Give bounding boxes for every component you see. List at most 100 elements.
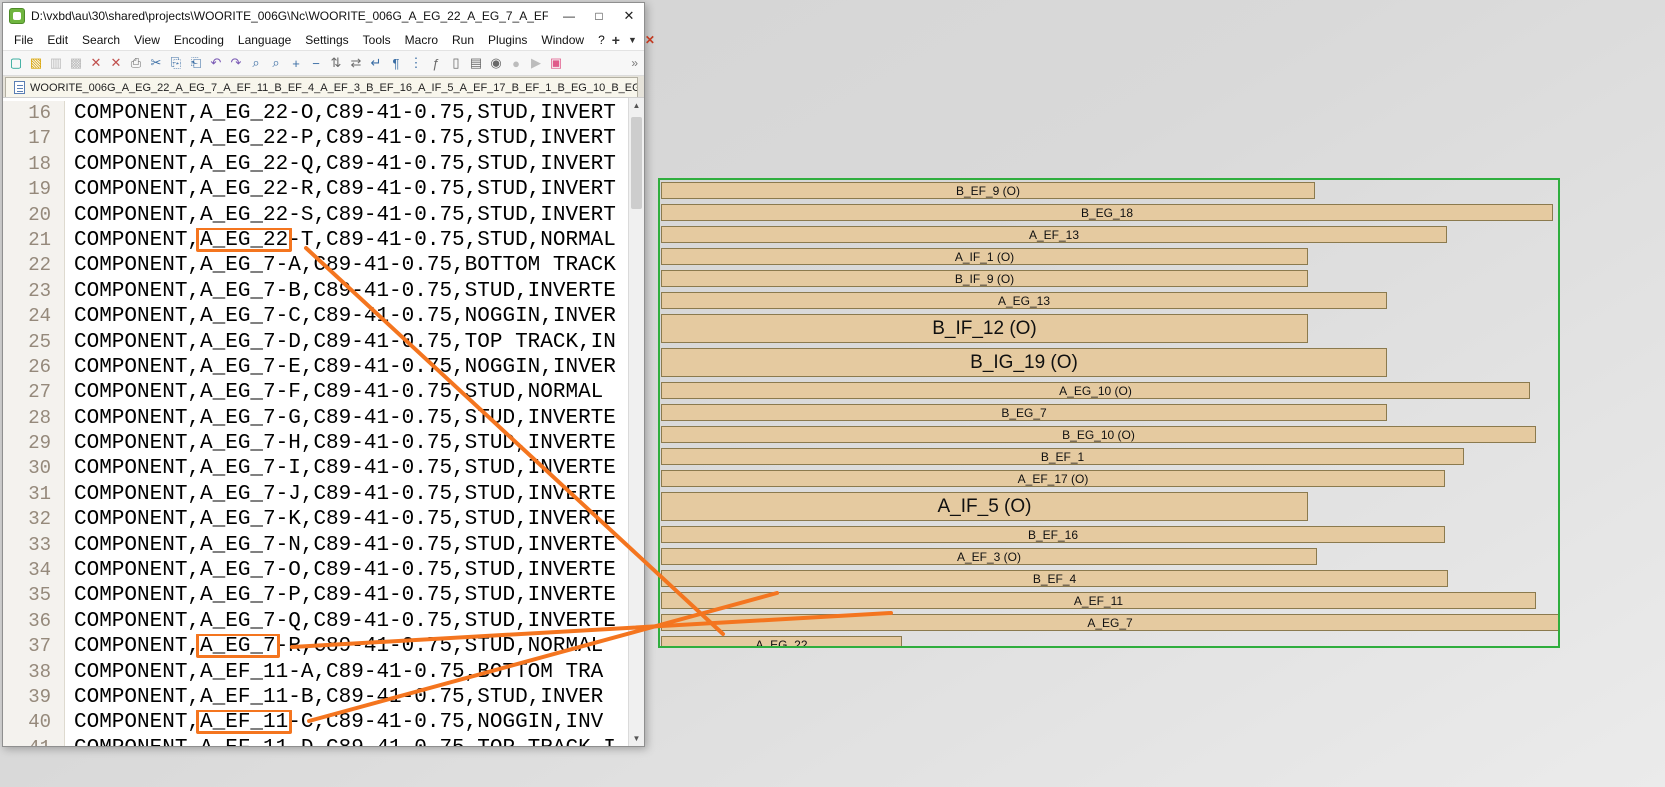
sync-horizontal-icon[interactable]: ⇄: [347, 54, 365, 72]
line-text: COMPONENT,A_EG_22-P,C89-41-0.75,STUD,INV…: [65, 126, 628, 151]
editor-line[interactable]: 34COMPONENT,A_EG_7-O,C89-41-0.75,STUD,IN…: [3, 558, 628, 583]
menu-item-edit[interactable]: Edit: [40, 31, 75, 49]
menu-item-run[interactable]: Run: [445, 31, 481, 49]
menu-item-settings[interactable]: Settings: [298, 31, 355, 49]
redo-icon[interactable]: ↷: [227, 54, 245, 72]
copy-icon[interactable]: ⎘: [167, 54, 185, 72]
menu-item-language[interactable]: Language: [231, 31, 298, 49]
monitoring-icon[interactable]: ◉: [487, 54, 505, 72]
editor-line[interactable]: 17COMPONENT,A_EG_22-P,C89-41-0.75,STUD,I…: [3, 126, 628, 151]
show-all-characters-icon[interactable]: ¶: [387, 54, 405, 72]
editor-line[interactable]: 18COMPONENT,A_EG_22-Q,C89-41-0.75,STUD,I…: [3, 152, 628, 177]
editor-line[interactable]: 33COMPONENT,A_EG_7-N,C89-41-0.75,STUD,IN…: [3, 533, 628, 558]
menu-item-file[interactable]: File: [7, 31, 40, 49]
zoom-out-icon[interactable]: −: [307, 54, 325, 72]
menu-item-macro[interactable]: Macro: [398, 31, 445, 49]
menu-item-plugins[interactable]: Plugins: [481, 31, 534, 49]
new-file-icon[interactable]: ▢: [7, 54, 25, 72]
line-number: 18: [3, 152, 65, 177]
close-button[interactable]: ✕: [614, 4, 644, 28]
line-number: 35: [3, 583, 65, 608]
diagram-bar-b-ef-9-o: B_EF_9 (O): [661, 182, 1315, 199]
title-bar[interactable]: D:\vxbd\au\30\shared\projects\WOORITE_00…: [3, 3, 644, 29]
tab-active[interactable]: WOORITE_006G_A_EG_22_A_EG_7_A_EF_11_B_EF…: [5, 77, 638, 97]
line-text: COMPONENT,A_EG_7-D,C89-41-0.75,TOP TRACK…: [65, 330, 628, 355]
editor-line[interactable]: 24COMPONENT,A_EG_7-C,C89-41-0.75,NOGGIN,…: [3, 304, 628, 329]
window-title: D:\vxbd\au\30\shared\projects\WOORITE_00…: [31, 9, 548, 23]
scroll-up-icon[interactable]: ▲: [629, 98, 644, 113]
line-number: 16: [3, 101, 65, 126]
editor-line[interactable]: 20COMPONENT,A_EG_22-S,C89-41-0.75,STUD,I…: [3, 203, 628, 228]
line-text: COMPONENT,A_EG_7-C,C89-41-0.75,NOGGIN,IN…: [65, 304, 628, 329]
editor-line[interactable]: 26COMPONENT,A_EG_7-E,C89-41-0.75,NOGGIN,…: [3, 355, 628, 380]
undo-icon[interactable]: ↶: [207, 54, 225, 72]
record-macro-icon[interactable]: ●: [507, 54, 525, 72]
line-text: COMPONENT,A_EG_22-R,C89-41-0.75,STUD,INV…: [65, 177, 628, 202]
editor-line[interactable]: 41COMPONENT,A_EF_11-D,C89-41-0.75,TOP TR…: [3, 736, 628, 746]
print-icon[interactable]: ⎙: [127, 54, 145, 72]
line-text: COMPONENT,A_EG_7-Q,C89-41-0.75,STUD,INVE…: [65, 609, 628, 634]
editor-line[interactable]: 27COMPONENT,A_EG_7-F,C89-41-0.75,STUD,NO…: [3, 380, 628, 405]
editor-line[interactable]: 31COMPONENT,A_EG_7-J,C89-41-0.75,STUD,IN…: [3, 482, 628, 507]
diagram-bar-b-ef-16: B_EF_16: [661, 526, 1445, 543]
find-icon[interactable]: ⌕: [247, 54, 265, 72]
maximize-button[interactable]: □: [584, 4, 614, 28]
zoom-in-icon[interactable]: +: [287, 54, 305, 72]
save-macro-icon[interactable]: ▣: [547, 54, 565, 72]
editor-line[interactable]: 32COMPONENT,A_EG_7-K,C89-41-0.75,STUD,IN…: [3, 507, 628, 532]
editor-line[interactable]: 28COMPONENT,A_EG_7-G,C89-41-0.75,STUD,IN…: [3, 406, 628, 431]
line-text: COMPONENT,A_EF_11-A,C89-41-0.75,BOTTOM T…: [65, 660, 628, 685]
open-folder-icon[interactable]: ▧: [27, 54, 45, 72]
editor-line[interactable]: 38COMPONENT,A_EF_11-A,C89-41-0.75,BOTTOM…: [3, 660, 628, 685]
editor-line[interactable]: 30COMPONENT,A_EG_7-I,C89-41-0.75,STUD,IN…: [3, 456, 628, 481]
editor-line[interactable]: 37COMPONENT,A_EG_7-R,C89-41-0.75,STUD,NO…: [3, 634, 628, 659]
function-list-icon[interactable]: ƒ: [427, 54, 445, 72]
highlight-box: [196, 710, 292, 734]
scrollbar-thumb[interactable]: [631, 117, 642, 209]
menu-item--[interactable]: ?: [591, 31, 612, 49]
editor-line[interactable]: 25COMPONENT,A_EG_7-D,C89-41-0.75,TOP TRA…: [3, 330, 628, 355]
document-switcher-icon[interactable]: ▤: [467, 54, 485, 72]
editor-rows: 16COMPONENT,A_EG_22-O,C89-41-0.75,STUD,I…: [3, 101, 628, 746]
replace-icon[interactable]: ⌕: [267, 54, 285, 72]
editor-line[interactable]: 36COMPONENT,A_EG_7-Q,C89-41-0.75,STUD,IN…: [3, 609, 628, 634]
editor-line[interactable]: 21COMPONENT,A_EG_22-T,C89-41-0.75,STUD,N…: [3, 228, 628, 253]
vertical-scrollbar[interactable]: ▲ ▼: [628, 98, 644, 746]
editor-line[interactable]: 35COMPONENT,A_EG_7-P,C89-41-0.75,STUD,IN…: [3, 583, 628, 608]
save-icon[interactable]: ▥: [47, 54, 65, 72]
paste-icon[interactable]: ⎗: [187, 54, 205, 72]
editor-line[interactable]: 22COMPONENT,A_EG_7-A,C89-41-0.75,BOTTOM …: [3, 253, 628, 278]
menu-item-view[interactable]: View: [127, 31, 167, 49]
diagram-bar-a-ef-17-o: A_EF_17 (O): [661, 470, 1445, 487]
tab-list-dropdown-icon[interactable]: ▼: [628, 35, 637, 45]
save-all-icon[interactable]: ▩: [67, 54, 85, 72]
menu-item-search[interactable]: Search: [75, 31, 127, 49]
indent-guide-icon[interactable]: ⋮: [407, 54, 425, 72]
menu-item-tools[interactable]: Tools: [356, 31, 398, 49]
line-number: 30: [3, 456, 65, 481]
close-document-icon[interactable]: ✕: [87, 54, 105, 72]
close-tab-button[interactable]: ✕: [645, 33, 655, 47]
editor-line[interactable]: 23COMPONENT,A_EG_7-B,C89-41-0.75,STUD,IN…: [3, 279, 628, 304]
cut-icon[interactable]: ✂: [147, 54, 165, 72]
editor-line[interactable]: 39COMPONENT,A_EF_11-B,C89-41-0.75,STUD,I…: [3, 685, 628, 710]
close-all-icon[interactable]: ✕: [107, 54, 125, 72]
editor-line[interactable]: 29COMPONENT,A_EG_7-H,C89-41-0.75,STUD,IN…: [3, 431, 628, 456]
editor-pane[interactable]: 16COMPONENT,A_EG_22-O,C89-41-0.75,STUD,I…: [3, 97, 644, 746]
line-number: 34: [3, 558, 65, 583]
scroll-down-icon[interactable]: ▼: [629, 731, 644, 746]
minimize-button[interactable]: —: [554, 4, 584, 28]
word-wrap-icon[interactable]: ↵: [367, 54, 385, 72]
sync-vertical-icon[interactable]: ⇅: [327, 54, 345, 72]
editor-line[interactable]: 16COMPONENT,A_EG_22-O,C89-41-0.75,STUD,I…: [3, 101, 628, 126]
editor-line[interactable]: 19COMPONENT,A_EG_22-R,C89-41-0.75,STUD,I…: [3, 177, 628, 202]
editor-line[interactable]: 40COMPONENT,A_EF_11-C,C89-41-0.75,NOGGIN…: [3, 710, 628, 735]
menu-item-window[interactable]: Window: [534, 31, 591, 49]
menu-item-encoding[interactable]: Encoding: [167, 31, 231, 49]
toolbar-overflow-chevron[interactable]: »: [631, 56, 640, 70]
play-macro-icon[interactable]: ▶: [527, 54, 545, 72]
line-number: 39: [3, 685, 65, 710]
new-tab-button[interactable]: +: [612, 32, 620, 48]
document-map-icon[interactable]: ▯: [447, 54, 465, 72]
menu-right-controls: + ▼ ✕: [612, 32, 661, 48]
